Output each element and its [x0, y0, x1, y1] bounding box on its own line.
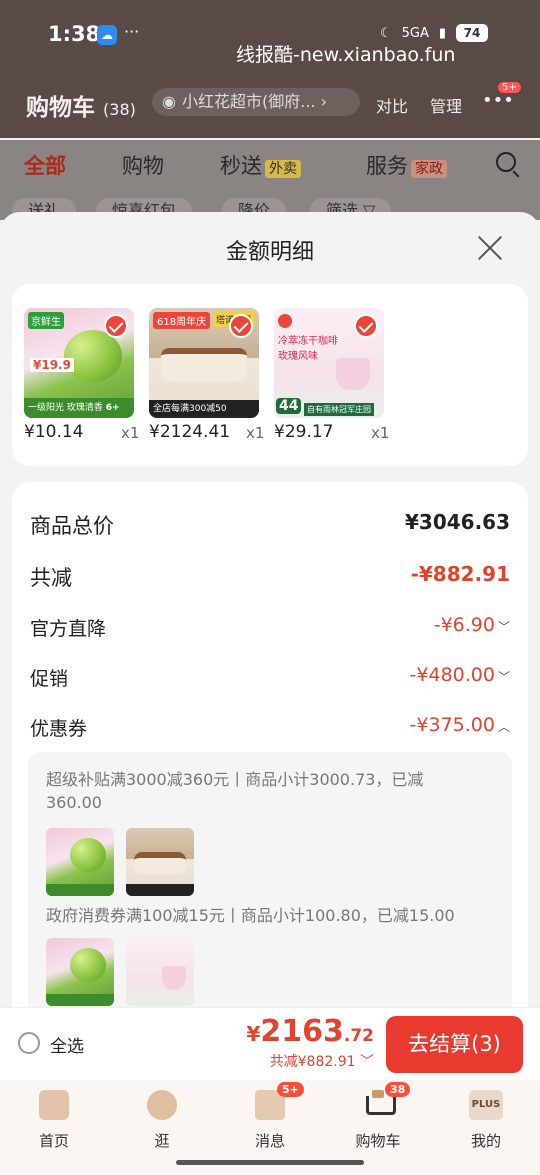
- page-title: 购物车 (38): [26, 88, 136, 122]
- check-icon[interactable]: [104, 314, 128, 338]
- furniture-thumbnail: [126, 828, 194, 896]
- promo-row[interactable]: 促销 -¥480.00 ﹀: [30, 664, 510, 696]
- status-dots: ···: [124, 22, 140, 41]
- cart-badge: 38: [385, 1082, 411, 1097]
- coupon-detail-text: 政府消费券满100减15元丨商品小计100.80，已减15.00: [46, 906, 455, 925]
- battery-icon: 74: [456, 24, 488, 42]
- page-title-text: 购物车: [26, 95, 95, 121]
- message-icon: 5+: [255, 1082, 304, 1120]
- compare-button[interactable]: 对比: [376, 93, 408, 117]
- product-item[interactable]: 京鲜生 ¥19.9 一级阳光 玫瑰清香 6+ ¥10.14 x1: [24, 308, 142, 442]
- nav-messages[interactable]: 5+ 消息: [230, 1082, 310, 1151]
- total-price-row: 商品总价 ¥3046.63: [30, 510, 510, 542]
- manage-button[interactable]: 管理: [430, 93, 462, 117]
- product-qty: x1: [371, 424, 390, 442]
- signal-icon: ▮: [438, 25, 446, 41]
- official-discount-value: -¥6.90 ﹀: [433, 614, 510, 636]
- official-discount-label: 官方直降: [30, 618, 107, 640]
- coupon-detail-box: 超级补贴满3000减360元丨商品小计3000.73，已减360.00 政府消费…: [28, 752, 512, 1007]
- product-qty: x1: [246, 424, 265, 442]
- total-price-value: ¥3046.63: [404, 510, 510, 534]
- home-icon: [39, 1090, 69, 1120]
- coupon-value: -¥375.00 ︿: [409, 714, 510, 736]
- store-name: 小红花超市(御府...: [182, 92, 316, 111]
- more-badge: 5+: [498, 82, 521, 93]
- saved-amount[interactable]: 共减¥882.91 ﹀: [270, 1051, 374, 1071]
- product-item[interactable]: 618周年庆 塔诺家具 全店每满300减50 ¥2124.41 x1: [149, 308, 267, 442]
- cart-icon: 38: [363, 1082, 411, 1120]
- promo-label: 促销: [30, 668, 69, 690]
- chevron-down-icon: ﹀: [497, 620, 510, 634]
- promo-value: -¥480.00 ﹀: [409, 664, 510, 686]
- select-all-label[interactable]: 全选: [50, 1032, 84, 1057]
- chevron-right-icon: ›: [320, 92, 328, 111]
- tab-delivery[interactable]: 秒送 外卖: [220, 150, 301, 180]
- product-price: ¥2124.41: [149, 422, 231, 442]
- tab-shopping[interactable]: 购物: [122, 150, 164, 180]
- price-detail-card: 商品总价 ¥3046.63 共减 -¥882.91 官方直降 -¥6.90 ﹀ 促…: [12, 482, 528, 1007]
- coffee-thumbnail: [126, 938, 194, 1006]
- nav-home[interactable]: 首页: [14, 1090, 94, 1151]
- cart-tabs: 全部 购物 秒送 外卖 服务 家政: [0, 140, 540, 190]
- amount-detail-sheet: 金额明细 京鲜生 ¥19.9 一级阳光 玫瑰清香 6+ ¥10.14 x1 61…: [0, 212, 540, 1007]
- tab-all[interactable]: 全部: [24, 150, 66, 180]
- coupon-detail-text: 超级补贴满3000减360元丨商品小计3000.73，已减360.00: [46, 770, 424, 812]
- chevron-down-icon: ﹀: [497, 670, 510, 684]
- total-amount: ¥2163.72: [246, 1014, 374, 1049]
- grapes-thumbnail: [46, 828, 114, 896]
- total-discount-value: -¥882.91: [410, 562, 510, 586]
- coffee-product-image: 冷萃冻干咖啡 玫瑰风味 44 自有雨林冠军庄园: [274, 308, 384, 418]
- cart-count: (38): [103, 100, 136, 119]
- moon-icon: ☾: [379, 25, 392, 41]
- chevron-down-icon: ﹀: [360, 1054, 374, 1070]
- official-discount-row[interactable]: 官方直降 -¥6.90 ﹀: [30, 614, 510, 646]
- cloud-app-icon: ☁: [97, 25, 117, 45]
- grapes-product-image: 京鲜生 ¥19.9 一级阳光 玫瑰清香 6+: [24, 308, 134, 418]
- face-icon: [147, 1090, 177, 1120]
- total-price-label: 商品总价: [30, 514, 114, 538]
- more-icon[interactable]: •••: [482, 90, 514, 111]
- tab-service-tag: 家政: [411, 160, 447, 178]
- tab-service[interactable]: 服务 家政: [366, 150, 447, 180]
- check-icon[interactable]: [229, 314, 253, 338]
- messages-badge: 5+: [277, 1082, 304, 1097]
- product-price: ¥29.17: [274, 422, 334, 442]
- product-item[interactable]: 冷萃冻干咖啡 玫瑰风味 44 自有雨林冠军庄园 ¥29.17 x1: [274, 308, 392, 442]
- products-card: 京鲜生 ¥19.9 一级阳光 玫瑰清香 6+ ¥10.14 x1 618周年庆 …: [12, 284, 528, 466]
- watermark-text: 线报酷-new.xianbao.fun: [236, 44, 456, 66]
- status-time: 1:38: [48, 22, 101, 46]
- product-price: ¥10.14: [24, 422, 84, 442]
- nav-mine[interactable]: PLUS 我的: [446, 1090, 526, 1151]
- search-icon[interactable]: [496, 152, 516, 172]
- plus-member-icon: PLUS: [469, 1090, 503, 1120]
- chevron-up-icon: ︿: [497, 720, 510, 734]
- sheet-title: 金额明细: [225, 240, 314, 265]
- select-all-radio[interactable]: [18, 1032, 40, 1054]
- store-selector[interactable]: ◉ 小红花超市(御府... ›: [152, 88, 360, 116]
- close-icon[interactable]: [476, 234, 504, 262]
- tab-delivery-tag: 外卖: [265, 160, 301, 178]
- nav-browse[interactable]: 逛: [122, 1090, 202, 1151]
- eye-icon: ◉: [162, 92, 176, 111]
- checkout-bar: 全选 ¥2163.72 共减¥882.91 ﹀ 去结算(3): [0, 1007, 540, 1080]
- check-icon[interactable]: [354, 314, 378, 338]
- furniture-product-image: 618周年庆 塔诺家具 全店每满300减50: [149, 308, 259, 418]
- network-label: 5GA: [401, 25, 429, 41]
- nav-cart[interactable]: 38 购物车: [338, 1082, 418, 1151]
- home-indicator[interactable]: [176, 1160, 364, 1165]
- grapes-thumbnail: [46, 938, 114, 1006]
- total-discount-row: 共减 -¥882.91: [30, 562, 510, 594]
- checkout-button[interactable]: 去结算(3): [386, 1016, 523, 1073]
- coupon-label: 优惠券: [30, 718, 88, 740]
- coupon-row[interactable]: 优惠券 -¥375.00 ︿: [30, 714, 510, 746]
- product-qty: x1: [121, 424, 140, 442]
- total-discount-label: 共减: [30, 566, 72, 590]
